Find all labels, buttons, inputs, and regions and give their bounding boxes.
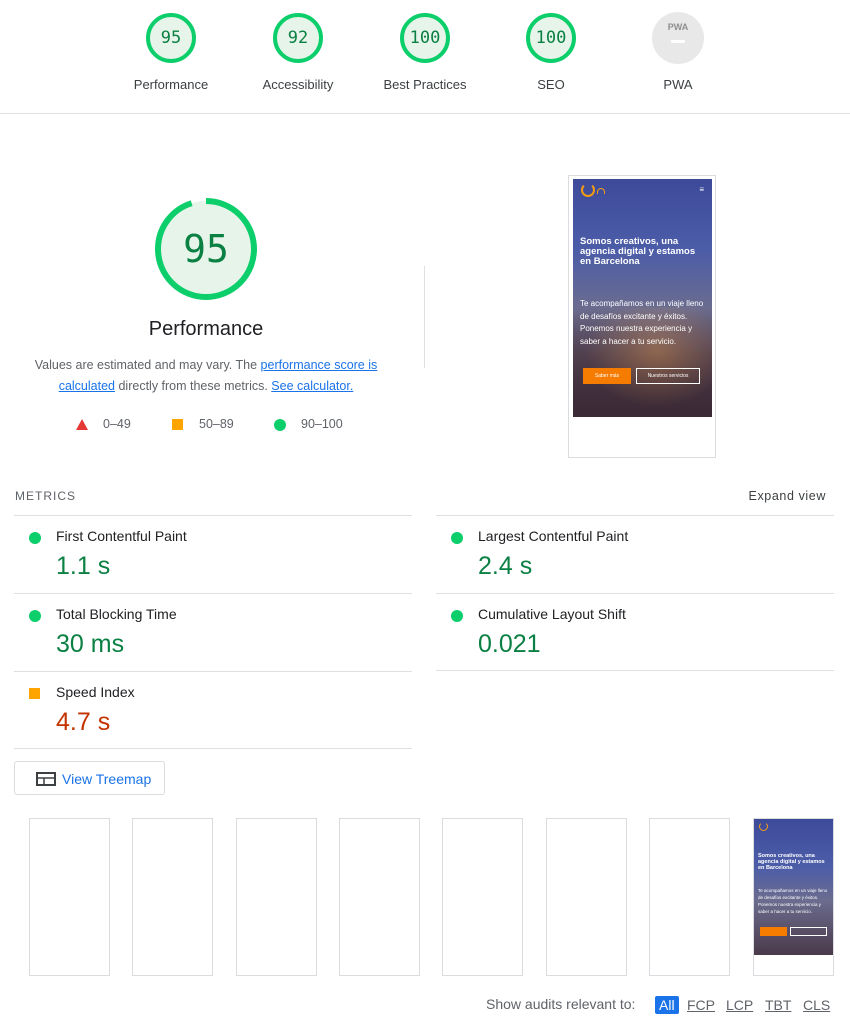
gauge-label: SEO bbox=[537, 77, 565, 92]
filmstrip-frame-loaded: Somos creativos, una agencia digital y e… bbox=[753, 818, 834, 976]
pwa-badge-icon: PWA bbox=[652, 12, 704, 64]
performance-gauge: 95 bbox=[152, 195, 260, 303]
metric-value: 4.7 s bbox=[56, 708, 111, 736]
thumbnail-secondary-button bbox=[790, 927, 827, 936]
filter-chip-all[interactable]: All bbox=[655, 996, 679, 1014]
metric-divider bbox=[436, 670, 834, 671]
filmstrip-frame bbox=[649, 818, 730, 976]
gauge-best-practices[interactable]: 100 Best Practices bbox=[370, 12, 480, 92]
gauge-performance[interactable]: 95 Performance bbox=[116, 12, 226, 92]
gauge-ring: 95 bbox=[145, 12, 197, 64]
metric-tbt: Total Blocking Time 30 ms bbox=[14, 593, 412, 671]
gauge-score: 92 bbox=[287, 28, 309, 48]
score-legend: 0–49 50–89 90–100 bbox=[0, 414, 412, 434]
gauge-label: PWA bbox=[663, 77, 693, 92]
metric-value: 1.1 s bbox=[56, 552, 111, 580]
gauge-label: Performance bbox=[133, 77, 209, 92]
green-circle-icon bbox=[274, 419, 286, 431]
brand-logo-icon bbox=[759, 822, 768, 831]
pass-circle-icon bbox=[451, 532, 463, 544]
performance-description: Values are estimated and may vary. The p… bbox=[21, 355, 391, 397]
metric-name: Speed Index bbox=[56, 684, 135, 700]
metric-name: Largest Contentful Paint bbox=[478, 528, 629, 544]
metric-divider bbox=[14, 748, 412, 749]
gauge-score: 95 bbox=[160, 28, 182, 48]
filter-chip-fcp[interactable]: FCP bbox=[687, 996, 715, 1014]
gauge-pwa[interactable]: PWA PWA bbox=[623, 12, 733, 92]
category-gauges-bar: 95 Performance 92 Accessibility 100 Best… bbox=[0, 0, 850, 114]
metric-value: 2.4 s bbox=[478, 552, 533, 580]
treemap-icon bbox=[36, 772, 56, 786]
audit-filter-label: Show audits relevant to: bbox=[486, 996, 636, 1012]
red-triangle-icon bbox=[76, 419, 88, 430]
preview-headline: Somos creativos, una agencia digital y e… bbox=[580, 236, 696, 267]
metric-cls: Cumulative Layout Shift 0.021 bbox=[436, 593, 834, 671]
expand-view-toggle[interactable]: Expand view bbox=[749, 489, 826, 503]
gauge-ring: 92 bbox=[272, 12, 324, 64]
view-treemap-label: View Treemap bbox=[62, 771, 152, 787]
desc-prefix: Values are estimated and may vary. The bbox=[34, 358, 261, 372]
performance-title: Performance bbox=[148, 318, 264, 340]
view-treemap-button[interactable]: View Treemap bbox=[14, 761, 165, 795]
pwa-badge-text: PWA bbox=[667, 22, 689, 32]
legend-range: 90–100 bbox=[301, 417, 343, 431]
performance-summary: 95 Performance Values are estimated and … bbox=[0, 195, 412, 397]
gauge-ring: 100 bbox=[525, 12, 577, 64]
gauge-score: 100 bbox=[535, 28, 567, 48]
orange-square-icon bbox=[172, 419, 183, 430]
legend-range: 50–89 bbox=[199, 417, 234, 431]
filmstrip-frame bbox=[29, 818, 110, 976]
metric-fcp: First Contentful Paint 1.1 s bbox=[14, 515, 412, 593]
metric-name: Cumulative Layout Shift bbox=[478, 606, 626, 622]
pass-circle-icon bbox=[29, 532, 41, 544]
gauge-label: Best Practices bbox=[383, 77, 467, 92]
gauge-accessibility[interactable]: 92 Accessibility bbox=[243, 12, 353, 92]
metric-lcp: Largest Contentful Paint 2.4 s bbox=[436, 515, 834, 593]
brand-logo-mark bbox=[597, 188, 605, 194]
preview-primary-button: Saber más bbox=[583, 368, 631, 384]
filmstrip-thumbnail: Somos creativos, una agencia digital y e… bbox=[754, 819, 833, 955]
preview-secondary-button: Nuestros servicios bbox=[636, 368, 700, 384]
gauge-label: Accessibility bbox=[262, 77, 334, 92]
pass-circle-icon bbox=[29, 610, 41, 622]
pwa-dash bbox=[671, 40, 685, 43]
metrics-heading: METRICS bbox=[15, 489, 76, 503]
gauge-seo[interactable]: 100 SEO bbox=[496, 12, 606, 92]
vertical-divider bbox=[424, 266, 425, 368]
gauge-ring: 100 bbox=[399, 12, 451, 64]
audit-filter: Show audits relevant to: All FCP LCP TBT… bbox=[0, 996, 850, 1016]
metric-name: First Contentful Paint bbox=[56, 528, 187, 544]
filter-chip-cls[interactable]: CLS bbox=[803, 996, 830, 1014]
final-screenshot[interactable]: ≡ Somos creativos, una agencia digital y… bbox=[568, 175, 716, 458]
gauge-score: 100 bbox=[409, 28, 441, 48]
filter-chip-lcp[interactable]: LCP bbox=[726, 996, 753, 1014]
thumbnail-headline: Somos creativos, una agencia digital y e… bbox=[758, 853, 825, 871]
preview-body: Te acompañamos en un viaje lleno de desa… bbox=[580, 299, 704, 346]
legend-range: 0–49 bbox=[103, 417, 131, 431]
desc-mid: directly from these metrics. bbox=[115, 379, 272, 393]
metric-name: Total Blocking Time bbox=[56, 606, 177, 622]
filmstrip-frame bbox=[546, 818, 627, 976]
brand-logo-icon bbox=[581, 183, 595, 197]
thumbnail-primary-button bbox=[760, 927, 787, 936]
filmstrip-frame bbox=[442, 818, 523, 976]
metric-value: 0.021 bbox=[478, 630, 541, 658]
screenshot-image: ≡ Somos creativos, una agencia digital y… bbox=[573, 179, 712, 417]
see-calculator-link[interactable]: See calculator. bbox=[271, 379, 353, 393]
average-square-icon bbox=[29, 688, 40, 699]
hamburger-menu-icon: ≡ bbox=[699, 185, 704, 194]
pass-circle-icon bbox=[451, 610, 463, 622]
performance-score: 95 bbox=[183, 227, 229, 271]
filmstrip-frame bbox=[132, 818, 213, 976]
filter-chip-tbt[interactable]: TBT bbox=[765, 996, 791, 1014]
metric-speed-index: Speed Index 4.7 s bbox=[14, 671, 412, 749]
filmstrip-frame bbox=[339, 818, 420, 976]
metric-value: 30 ms bbox=[56, 630, 125, 658]
filmstrip-frame bbox=[236, 818, 317, 976]
thumbnail-body: Te acompañamos en un viaje lleno de desa… bbox=[758, 888, 828, 914]
